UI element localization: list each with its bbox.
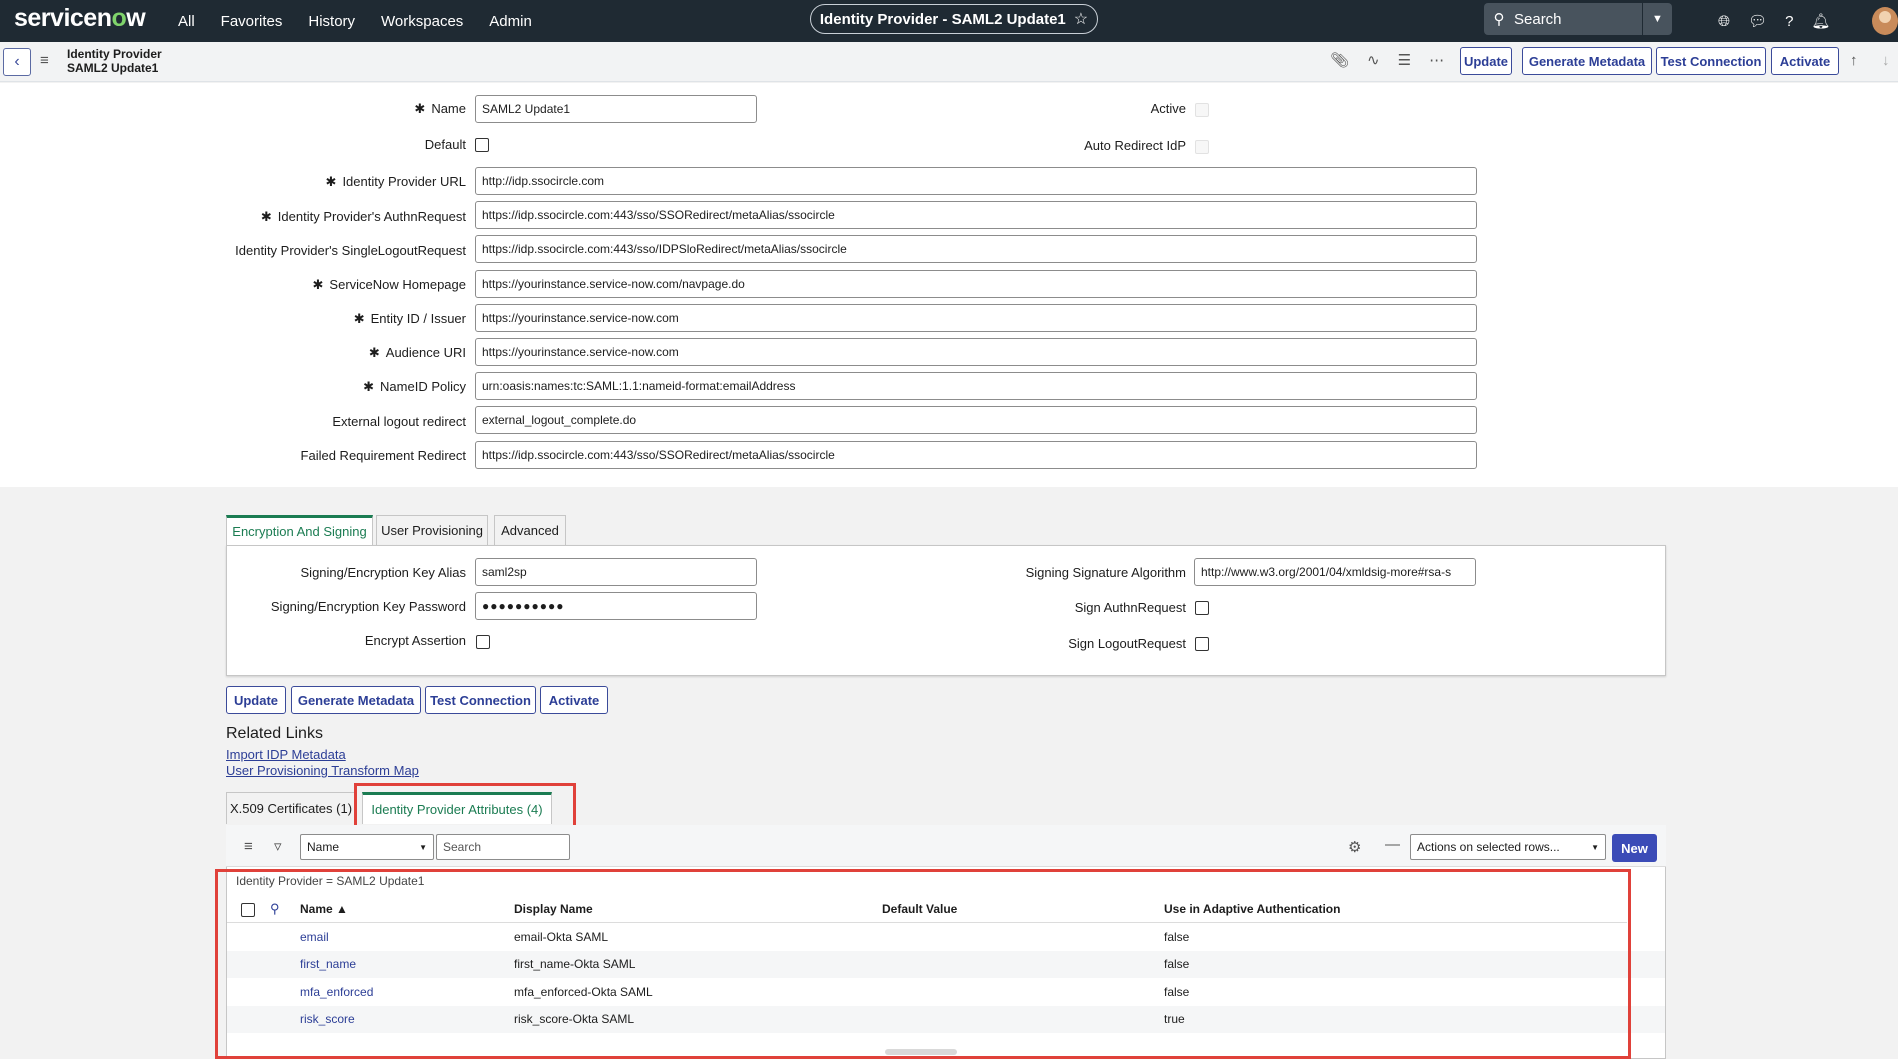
bottom-activate-button[interactable]: Activate [540, 686, 608, 714]
test-connection-button[interactable]: Test Connection [1656, 47, 1766, 75]
logo-accent-letter: o [111, 4, 127, 32]
form-header: ‹ ≡ Identity Provider SAML2 Update1 📎︎ ∿… [0, 42, 1898, 82]
generate-metadata-button[interactable]: Generate Metadata [1522, 47, 1652, 75]
nav-admin[interactable]: Admin [489, 13, 532, 30]
key-password-field[interactable]: ●●●●●●●●●● [475, 592, 757, 620]
external-logout-field[interactable]: external_logout_complete.do [475, 406, 1477, 434]
globe-icon[interactable]: 🌐︎ [1718, 13, 1730, 30]
context-title: Identity Provider - SAML2 Update1 [819, 10, 1066, 28]
idp-url-label: ✱ Identity Provider URL [325, 174, 466, 189]
sign-logout-checkbox[interactable] [1195, 637, 1209, 651]
encrypt-assertion-checkbox[interactable] [476, 635, 490, 649]
external-logout-label: External logout redirect [332, 414, 466, 429]
auto-redirect-label: Auto Redirect IdP [1084, 138, 1186, 153]
name-label: ✱ Name [414, 101, 466, 116]
header-icons: 📎︎ ∿ ☰ ⋯ [1330, 51, 1444, 69]
nav-links: All Favorites History Workspaces Admin [178, 0, 532, 42]
audience-uri-label: ✱ Audience URI [368, 345, 466, 360]
avatar[interactable] [1872, 7, 1898, 35]
chat-icon[interactable]: 💬︎ [1748, 12, 1767, 30]
key-password-label: Signing/Encryption Key Password [270, 599, 466, 614]
arrow-down-icon[interactable]: ↓ [1882, 52, 1890, 69]
menu-icon[interactable]: ≡ [40, 52, 49, 69]
idp-url-field[interactable]: http://idp.ssocircle.com [475, 167, 1477, 195]
update-button[interactable]: Update [1460, 47, 1512, 75]
filter-icon[interactable]: ▿ [274, 837, 282, 855]
single-logout-field[interactable]: https://idp.ssocircle.com:443/sso/IDPSlo… [475, 235, 1477, 263]
default-checkbox[interactable] [475, 138, 489, 152]
audience-uri-field[interactable]: https://yourinstance.service-now.com [475, 338, 1477, 366]
sign-authn-checkbox[interactable] [1195, 601, 1209, 615]
bottom-test-connection-button[interactable]: Test Connection [425, 686, 536, 714]
tab-x509-certificates[interactable]: X.509 Certificates (1) [226, 792, 356, 824]
default-label: Default [424, 137, 466, 152]
chevron-down-icon[interactable]: ▼ [1642, 3, 1672, 35]
top-navigation: servicenow All Favorites History Workspa… [0, 0, 1898, 42]
star-icon[interactable]: ☆ [1074, 9, 1088, 29]
key-alias-label: Signing/Encryption Key Alias [300, 565, 466, 580]
nameid-policy-label: ✱ NameID Policy [363, 379, 466, 394]
servicenow-logo[interactable]: servicenow [14, 4, 146, 33]
authn-request-field[interactable]: https://idp.ssocircle.com:443/sso/SSORed… [475, 201, 1477, 229]
back-button[interactable]: ‹ [3, 48, 31, 76]
field-select[interactable]: Name ▼ [300, 834, 434, 860]
bottom-generate-metadata-button[interactable]: Generate Metadata [291, 686, 421, 714]
form-title-line1: Identity Provider [67, 47, 162, 61]
import-idp-metadata-link[interactable]: Import IDP Metadata [226, 747, 346, 762]
settings-sliders-icon[interactable]: ☰ [1398, 51, 1411, 69]
key-alias-field[interactable]: saml2sp [475, 558, 757, 586]
select-chevron-icon: ▼ [419, 842, 427, 852]
context-title-pill[interactable]: Identity Provider - SAML2 Update1 ☆ [810, 4, 1098, 34]
sign-logout-label: Sign LogoutRequest [1068, 636, 1186, 651]
related-links-title: Related Links [226, 725, 323, 742]
help-icon[interactable]: ? [1785, 13, 1793, 30]
new-button[interactable]: New [1612, 834, 1657, 862]
nav-workspaces[interactable]: Workspaces [381, 13, 463, 30]
signature-algorithm-label: Signing Signature Algorithm [1025, 565, 1186, 580]
nav-favorites[interactable]: Favorites [221, 13, 283, 30]
entity-id-field[interactable]: https://yourinstance.service-now.com [475, 304, 1477, 332]
actions-select[interactable]: Actions on selected rows... ▼ [1410, 834, 1606, 860]
nav-icons: 🌐︎ 💬︎ ? 🔔︎ [1718, 0, 1830, 42]
tab-advanced[interactable]: Advanced [494, 515, 566, 545]
more-icon[interactable]: ⋯ [1429, 51, 1444, 69]
active-checkbox[interactable] [1195, 103, 1209, 117]
homepage-field[interactable]: https://yourinstance.service-now.com/nav… [475, 270, 1477, 298]
arrow-up-icon[interactable]: ↑ [1850, 52, 1858, 69]
nav-history[interactable]: History [308, 13, 355, 30]
sign-authn-label: Sign AuthnRequest [1074, 600, 1186, 615]
signature-algorithm-field[interactable]: http://www.w3.org/2001/04/xmldsig-more#r… [1194, 558, 1476, 586]
single-logout-label: Identity Provider's SingleLogoutRequest [235, 243, 466, 258]
tab-encryption-and-signing[interactable]: Encryption And Signing [226, 515, 373, 545]
authn-request-label: ✱ Identity Provider's AuthnRequest [260, 209, 466, 224]
form-title: Identity Provider SAML2 Update1 [67, 47, 162, 75]
gear-icon[interactable]: ⚙ [1348, 838, 1361, 856]
list-search-input[interactable]: Search [436, 834, 570, 860]
entity-id-label: ✱ Entity ID / Issuer [353, 311, 466, 326]
bell-icon[interactable]: 🔔︎ [1811, 12, 1830, 30]
encrypt-assertion-label: Encrypt Assertion [364, 633, 466, 648]
collapse-icon[interactable]: — [1385, 836, 1400, 853]
bottom-update-button[interactable]: Update [226, 686, 286, 714]
form-title-line2: SAML2 Update1 [67, 61, 159, 75]
search-icon: ⚲ [1493, 11, 1505, 28]
auto-redirect-checkbox[interactable] [1195, 140, 1209, 154]
activate-button[interactable]: Activate [1771, 47, 1839, 75]
activity-icon[interactable]: ∿ [1367, 51, 1380, 69]
global-search[interactable]: ⚲ Search ▼ [1484, 3, 1672, 35]
actions-chevron-icon: ▼ [1591, 842, 1599, 852]
active-label: Active [1150, 101, 1186, 116]
nav-all[interactable]: All [178, 13, 195, 30]
nameid-policy-field[interactable]: urn:oasis:names:tc:SAML:1.1:nameid-forma… [475, 372, 1477, 400]
attachment-icon[interactable]: 📎︎ [1330, 51, 1349, 69]
failed-redirect-label: Failed Requirement Redirect [300, 448, 466, 463]
highlight-box-table [215, 869, 1631, 1059]
homepage-label: ✱ ServiceNow Homepage [312, 277, 466, 292]
failed-redirect-field[interactable]: https://idp.ssocircle.com:443/sso/SSORed… [475, 441, 1477, 469]
search-placeholder: Search [1514, 10, 1562, 28]
user-provisioning-transform-map-link[interactable]: User Provisioning Transform Map [226, 763, 419, 778]
list-menu-icon[interactable]: ≡ [244, 838, 253, 855]
tab-user-provisioning[interactable]: User Provisioning [376, 515, 488, 545]
name-field[interactable]: SAML2 Update1 [475, 95, 757, 123]
